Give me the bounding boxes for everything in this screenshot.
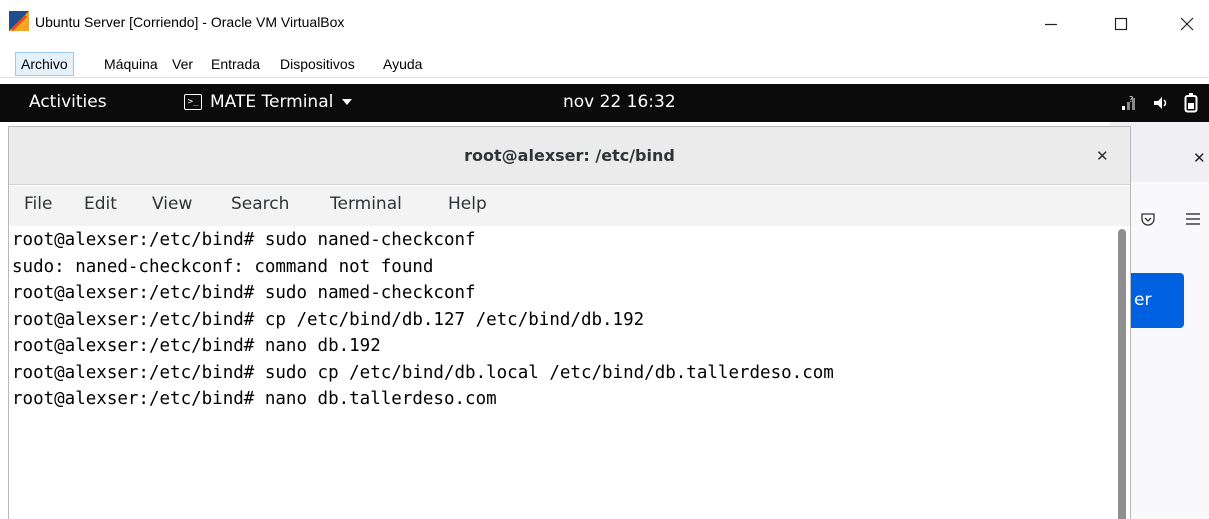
menu-entrada[interactable]: Entrada — [206, 52, 265, 76]
terminal-menu-help[interactable]: Help — [448, 194, 487, 214]
terminal-close-icon[interactable]: ✕ — [1096, 147, 1109, 165]
terminal-line: root@alexser:/etc/bind# nano db.192 — [12, 336, 381, 356]
activities-button[interactable]: Activities — [29, 92, 107, 112]
terminal-menu-file[interactable]: File — [24, 194, 52, 214]
terminal-menu-search[interactable]: Search — [231, 194, 289, 214]
terminal-menu-view[interactable]: View — [152, 194, 192, 214]
terminal-menubar: File Edit View Search Terminal Help — [9, 186, 1130, 226]
browser-primary-button[interactable]: er — [1124, 273, 1184, 328]
clock[interactable]: nov 22 16:32 — [563, 92, 676, 112]
menu-dispositivos[interactable]: Dispositivos — [275, 52, 360, 76]
volume-icon — [1154, 97, 1167, 109]
app-menu-button[interactable]: >_ MATE Terminal — [184, 92, 353, 112]
terminal-line: root@alexser:/etc/bind# sudo named-check… — [12, 283, 476, 303]
terminal-line: sudo: naned-checkconf: command not found — [12, 256, 434, 277]
host-window-title: Ubuntu Server [Corriendo] - Oracle VM Vi… — [35, 14, 345, 30]
system-tray[interactable]: ? — [1120, 90, 1209, 116]
close-window-button[interactable] — [1164, 6, 1209, 42]
terminal-line: root@alexser:/etc/bind# sudo naned-check… — [12, 230, 476, 250]
terminal-line: root@alexser:/etc/bind# cp /etc/bind/db.… — [12, 309, 645, 330]
pocket-icon[interactable] — [1140, 211, 1156, 227]
menu-maquina[interactable]: Máquina — [99, 52, 163, 76]
minimize-button[interactable] — [1028, 6, 1074, 42]
maximize-button[interactable] — [1098, 6, 1144, 42]
host-window-titlebar: Ubuntu Server [Corriendo] - Oracle VM Vi… — [0, 0, 1209, 48]
menu-ayuda[interactable]: Ayuda — [378, 52, 427, 76]
minimize-icon — [1045, 23, 1057, 26]
terminal-app-icon: >_ — [184, 94, 202, 110]
close-icon — [1180, 17, 1194, 31]
app-menu-label: MATE Terminal — [210, 92, 334, 112]
browser-tab-close-icon[interactable]: ✕ — [1193, 149, 1206, 167]
hamburger-menu-icon[interactable] — [1185, 212, 1201, 226]
network-icon: ? — [1122, 95, 1135, 110]
terminal-output[interactable]: root@alexser:/etc/bind# sudo naned-check… — [9, 227, 1111, 519]
virtualbox-menubar: Archivo Máquina Ver Entrada Dispositivos… — [0, 48, 1209, 78]
terminal-line: root@alexser:/etc/bind# nano db.tallerde… — [12, 389, 497, 409]
battery-icon — [1184, 93, 1198, 113]
terminal-scrollbar-thumb[interactable] — [1118, 229, 1126, 519]
svg-text:?: ? — [1129, 95, 1133, 104]
menu-ver[interactable]: Ver — [167, 52, 198, 76]
terminal-window: root@alexser: /etc/bind ✕ File Edit View… — [8, 126, 1131, 519]
terminal-scrollbar[interactable] — [1114, 227, 1130, 519]
terminal-line: root@alexser:/etc/bind# sudo cp /etc/bin… — [12, 362, 834, 383]
terminal-menu-edit[interactable]: Edit — [84, 194, 117, 214]
menu-archivo[interactable]: Archivo — [15, 52, 74, 76]
terminal-title: root@alexser: /etc/bind — [464, 146, 675, 165]
chevron-down-icon — [342, 99, 353, 105]
virtualbox-logo-icon — [9, 11, 29, 31]
terminal-titlebar[interactable]: root@alexser: /etc/bind ✕ — [9, 127, 1130, 185]
gnome-top-bar: Activities >_ MATE Terminal nov 22 16:32… — [0, 84, 1209, 122]
terminal-menu-terminal[interactable]: Terminal — [330, 194, 402, 214]
maximize-icon — [1114, 17, 1128, 31]
